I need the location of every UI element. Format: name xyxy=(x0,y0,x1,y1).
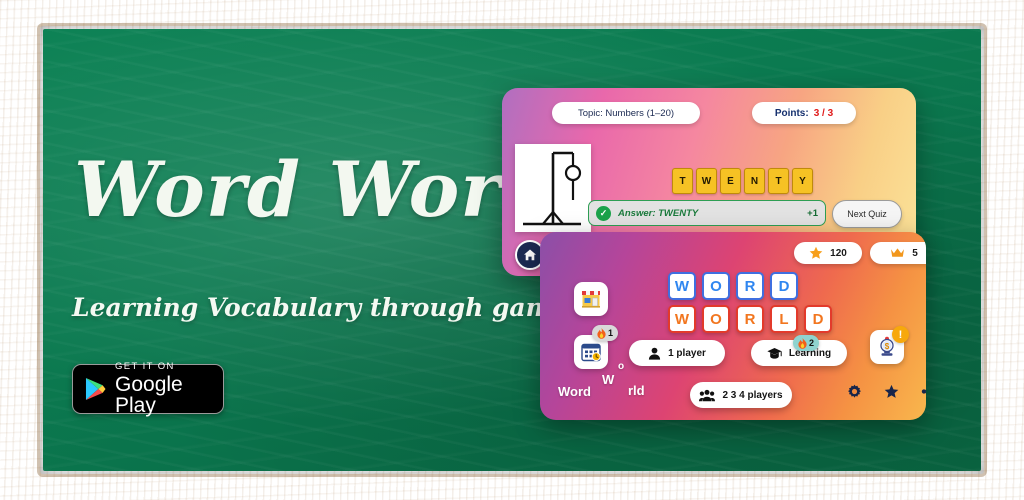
star-stat-value: 120 xyxy=(830,247,847,259)
logo-tile: O xyxy=(702,305,730,333)
word-tile: T xyxy=(768,168,789,194)
google-play-badge[interactable]: GET IT ON Google Play xyxy=(72,362,224,416)
mode-label-multiplayer: 2 3 4 players xyxy=(722,389,783,401)
google-play-triangle-icon xyxy=(85,377,106,400)
logo-tile: W xyxy=(668,305,696,333)
person-icon xyxy=(648,347,661,360)
gear-icon[interactable] xyxy=(847,384,862,399)
next-quiz-button[interactable]: Next Quiz xyxy=(832,200,902,228)
points-value: 3 / 3 xyxy=(813,107,834,119)
page-title: Word World xyxy=(74,145,586,234)
graduation-cap-icon xyxy=(767,347,782,359)
hangman-gallows-icon xyxy=(523,151,582,226)
topic-pill: Topic: Numbers (1–20) xyxy=(552,102,700,124)
share-glyph-icon xyxy=(921,389,926,394)
star-glyph-icon xyxy=(884,384,899,398)
topic-label: Topic: Numbers (1–20) xyxy=(577,107,675,119)
google-play-small-text: GET IT ON xyxy=(115,361,175,373)
logo-tile: R xyxy=(736,305,764,333)
bottom-icon-bar xyxy=(847,384,926,399)
points-pill: Points: 3 / 3 xyxy=(752,102,856,124)
word-tiles: T W E N T Y xyxy=(672,168,813,194)
points-label: Points: xyxy=(774,107,809,119)
check-circle-icon: ✓ xyxy=(596,205,611,221)
answer-bar: ✓ Answer: TWENTY +1 xyxy=(588,200,826,226)
gear-glyph-icon xyxy=(848,384,861,398)
word-tile: E xyxy=(720,168,741,194)
learning-streak-value: 2 xyxy=(809,338,815,348)
logo-row-word: W O R D xyxy=(668,272,832,300)
hangman-panel xyxy=(515,144,591,232)
prize-alert-badge: ! xyxy=(892,326,909,343)
google-play-text: GET IT ON Google Play xyxy=(115,362,211,416)
logo-tile: L xyxy=(770,305,798,333)
crown-stat-value: 5 xyxy=(912,247,918,259)
page-subtitle: Learning Vocabulary through games! xyxy=(72,293,594,322)
home-screenshot-card: 120 5 W O R D W O R L D 1 Word W o rld 1… xyxy=(540,232,926,420)
logo-tile: O xyxy=(702,272,730,300)
svg-text:$: $ xyxy=(885,342,890,351)
next-quiz-label: Next Quiz xyxy=(847,209,887,219)
logo-tile: R xyxy=(736,272,764,300)
crown-icon xyxy=(891,248,905,257)
crown-stat-pill: 5 xyxy=(870,242,926,264)
store-glyph-icon xyxy=(582,291,600,308)
store-icon[interactable] xyxy=(574,282,608,316)
star-stat-pill: 120 xyxy=(794,242,862,264)
logo-tile: D xyxy=(770,272,798,300)
learning-streak-badge: 2 xyxy=(793,335,820,351)
flame-icon xyxy=(597,327,606,339)
star-icon xyxy=(809,246,823,259)
watermark-part-o: o xyxy=(618,361,625,372)
word-tile: W xyxy=(696,168,717,194)
word-tile: T xyxy=(672,168,693,194)
logo-tile: D xyxy=(804,305,832,333)
star-icon[interactable] xyxy=(884,384,899,399)
mode-button-1player[interactable]: 1 player xyxy=(629,340,725,366)
game-logo: W O R D W O R L D xyxy=(668,272,832,338)
mode-label-1player: 1 player xyxy=(668,347,706,359)
calendar-glyph-icon xyxy=(581,343,601,362)
word-tile: N xyxy=(744,168,765,194)
logo-tile: W xyxy=(668,272,696,300)
home-icon xyxy=(524,249,536,261)
calendar-streak-value: 1 xyxy=(608,328,614,338)
answer-text: Answer: TWENTY xyxy=(618,207,699,219)
calendar-streak-badge: 1 xyxy=(592,325,619,341)
flame-icon xyxy=(798,337,807,349)
score-delta: +1 xyxy=(807,207,818,219)
mode-button-multiplayer[interactable]: 2 3 4 players xyxy=(690,382,792,408)
screenshot-root: Word World Learning Vocabulary through g… xyxy=(0,0,1024,500)
logo-row-world: W O R L D xyxy=(668,305,832,333)
watermark-part-w: W xyxy=(602,372,615,387)
watermark-part-rld: rld xyxy=(628,383,645,398)
word-tile: Y xyxy=(792,168,813,194)
share-icon[interactable] xyxy=(921,384,926,399)
watermark-part-word: Word xyxy=(558,384,591,399)
group-icon xyxy=(699,389,716,401)
google-play-big-text: Google Play xyxy=(115,372,183,417)
